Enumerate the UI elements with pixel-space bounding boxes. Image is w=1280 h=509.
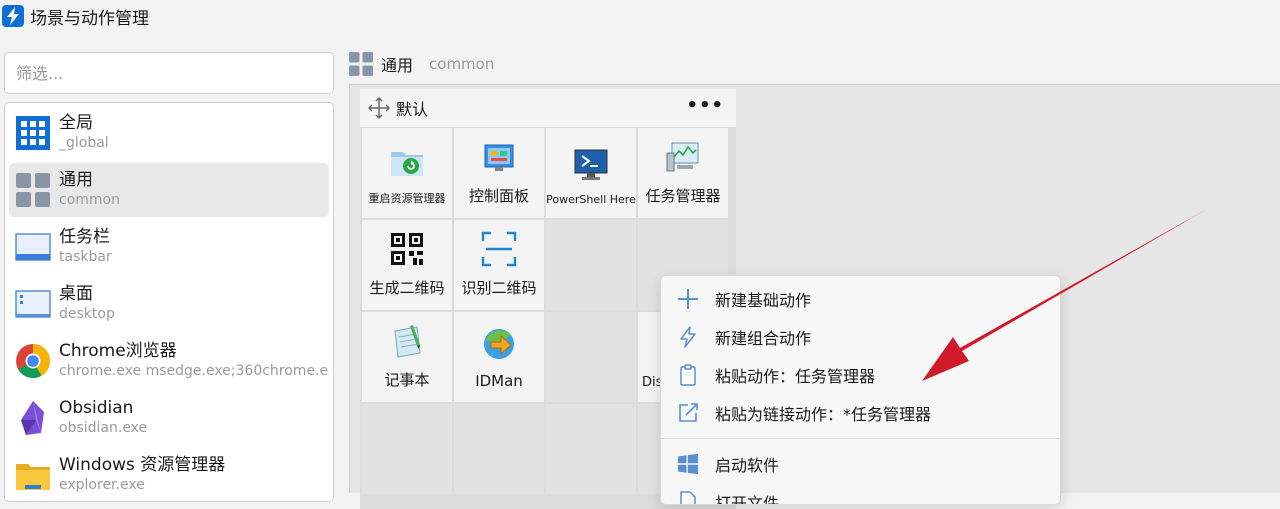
empty-slot[interactable] [454,404,544,494]
menu-item-label: 粘贴为链接动作：*任务管理器 [715,405,932,424]
menu-item-launch-app[interactable]: 启动软件 [661,445,1060,483]
task-manager-icon [666,142,699,172]
control-panel-icon [484,144,514,171]
taskbar-icon [15,233,51,261]
scene-process: explorer.exe [59,477,145,493]
menu-item-label: 新建基础动作 [715,291,812,310]
qrcode-icon [391,233,423,265]
menu-item-label: 打开文件 [715,494,780,505]
action-generate-qrcode[interactable]: 生成二维码 [362,220,452,310]
filter-input[interactable] [4,52,334,94]
breadcrumb-scene-process: common [429,55,495,73]
action-scan-qrcode[interactable]: 识别二维码 [454,220,544,310]
tiles-icon [349,52,373,76]
menu-item-label: 新建组合动作 [715,329,812,348]
scene-name: 通用 [59,170,93,190]
menu-item-paste-as-link[interactable]: 粘贴为链接动作：*任务管理器 [661,394,1060,432]
scene-process: _global [59,135,109,151]
scene-item-global[interactable]: 全局 _global [9,106,329,160]
action-powershell-here[interactable]: PowerShell Here [546,128,636,218]
empty-slot[interactable] [546,220,636,310]
scene-item-common[interactable]: 通用 common [9,163,329,217]
empty-slot[interactable] [546,312,636,402]
more-options-button[interactable]: ••• [686,95,724,116]
obsidian-icon [21,401,44,435]
scene-item-explorer[interactable]: Windows 资源管理器 explorer.exe [9,448,329,501]
action-label: PowerShell Here [546,193,636,206]
scene-name: 桌面 [59,284,93,304]
scene-item-desktop[interactable]: 桌面 desktop [9,277,329,331]
link-out-icon [679,403,698,422]
lightning-app-icon [2,5,24,27]
scene-name: 任务栏 [59,227,110,247]
tiles-icon [16,173,50,207]
action-control-panel[interactable]: 控制面板 [454,128,544,218]
action-label: 识别二维码 [461,279,537,297]
desktop-icon [15,290,51,318]
empty-slot[interactable] [546,404,636,494]
menu-item-new-combo-action[interactable]: 新建组合动作 [661,318,1060,356]
action-label: 重启资源管理器 [368,192,446,205]
action-idman[interactable]: IDMan [454,312,544,402]
group-header[interactable]: 默认 ••• [360,89,736,127]
scan-icon [481,231,517,267]
clipboard-icon [680,364,696,386]
windows-icon [678,453,698,475]
scene-process: taskbar [59,249,112,265]
scene-name: Chrome浏览器 [59,341,177,361]
scene-list[interactable]: 全局 _global 通用 common 任务栏 taskbar 桌面 desktop … [4,102,334,502]
scene-name: Obsidian [59,398,134,418]
breadcrumb: 通用 common [349,50,494,78]
action-notepad[interactable]: 记事本 [362,312,452,402]
group-title: 默认 [396,100,429,119]
context-menu[interactable]: 新建基础动作 新建组合动作 粘贴动作：任务管理器 粘贴为链接动作：*任务管理器 … [660,275,1061,505]
menu-item-open-file[interactable]: 打开文件 [661,483,1060,505]
scene-name: Windows 资源管理器 [59,455,226,475]
scene-process: desktop [59,306,115,322]
action-task-manager[interactable]: 任务管理器 [638,128,728,218]
restart-explorer-icon [391,152,423,176]
scene-name: 全局 [59,113,93,133]
empty-slot[interactable] [362,404,452,494]
scene-item-chrome[interactable]: Chrome浏览器 chrome.exe msedge.exe;360chrome… [9,334,329,388]
grid-icon [16,116,50,150]
file-icon [680,491,696,504]
menu-item-label: 启动软件 [715,456,780,475]
idman-icon [484,329,514,359]
menu-item-label: 粘贴动作：任务管理器 [715,367,876,386]
folder-icon [16,464,50,490]
title-bar: 场景与动作管理 [0,0,1280,32]
action-label: 记事本 [384,371,430,389]
scene-item-obsidian[interactable]: Obsidian obsidian.exe [9,391,329,445]
scene-process: chrome.exe msedge.exe;360chrome.exe [59,363,329,379]
action-restart-explorer[interactable]: 重启资源管理器 [362,128,452,218]
breadcrumb-scene-name: 通用 [381,56,414,75]
action-label: 任务管理器 [645,187,721,205]
scene-process: obsidian.exe [59,420,148,436]
menu-item-paste-action[interactable]: 粘贴动作：任务管理器 [661,356,1060,394]
powershell-icon [574,149,608,180]
action-label: 生成二维码 [369,279,445,297]
scene-process: common [59,192,120,208]
notepad-icon [394,325,421,358]
chrome-icon [16,344,50,378]
action-label: IDMan [475,372,523,390]
action-label: 控制面板 [468,187,529,205]
plus-icon [678,289,698,309]
menu-item-new-basic-action[interactable]: 新建基础动作 [661,280,1060,318]
menu-separator [661,438,1060,439]
move-icon[interactable] [368,97,390,119]
lightning-icon [680,326,696,348]
scene-item-taskbar[interactable]: 任务栏 taskbar [9,220,329,274]
window-title: 场景与动作管理 [30,8,149,29]
